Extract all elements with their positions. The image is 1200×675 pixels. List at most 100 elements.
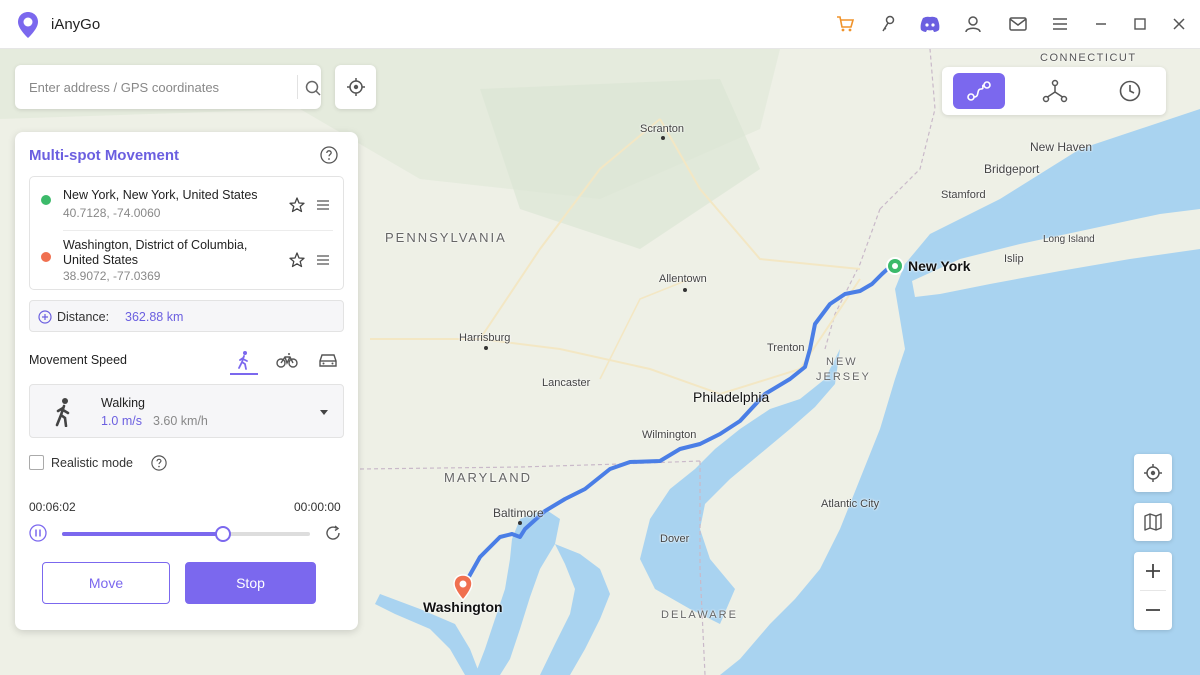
jump-teleport-mode-button[interactable] (1029, 73, 1081, 109)
mail-icon[interactable] (1007, 13, 1029, 35)
caret-down-icon (320, 410, 328, 415)
start-dot (41, 195, 51, 205)
favorite-star-icon[interactable] (288, 251, 306, 269)
driving-tab[interactable] (314, 346, 342, 374)
user-icon[interactable] (962, 13, 984, 35)
search-divider (297, 75, 298, 99)
destination-dot (41, 252, 51, 262)
map-type-button[interactable] (1134, 503, 1172, 541)
multi-spot-mode-button[interactable] (953, 73, 1005, 109)
favorite-star-icon[interactable] (288, 196, 306, 214)
stop-button[interactable]: Stop (185, 562, 316, 604)
map-label: Lancaster (542, 377, 591, 389)
distance-label: Distance: (57, 310, 110, 324)
zoom-in-button[interactable] (1134, 552, 1172, 590)
progress-thumb[interactable] (215, 526, 232, 542)
cart-icon[interactable] (834, 13, 856, 35)
spot-coords: 40.7128, -74.0060 (63, 206, 161, 220)
spot-name: New York, New York, United States (63, 188, 258, 202)
map-label: PENNSYLVANIA (385, 230, 507, 245)
search-icon[interactable] (303, 78, 323, 98)
city-dot (661, 136, 665, 140)
help-icon[interactable] (151, 455, 167, 471)
cycling-tab[interactable] (273, 346, 301, 374)
map-label: JERSEY (816, 371, 871, 383)
refresh-icon[interactable] (324, 524, 342, 542)
realistic-mode-label: Realistic mode (51, 456, 133, 470)
list-item[interactable]: New York, New York, United States 40.712… (30, 177, 343, 230)
spot-name: Washington, District of Columbia, United… (63, 238, 248, 267)
list-item[interactable]: Washington, District of Columbia, United… (30, 231, 343, 289)
walking-icon (55, 398, 70, 427)
spot-list: New York, New York, United States 40.712… (29, 176, 344, 290)
pause-icon[interactable] (29, 524, 47, 542)
map-label: Long Island (1043, 234, 1095, 245)
discord-icon[interactable] (919, 13, 941, 35)
menu-icon[interactable] (1049, 13, 1071, 35)
map-label: Baltimore (493, 506, 544, 520)
map-label: MARYLAND (444, 470, 533, 485)
progress-slider[interactable] (62, 526, 310, 542)
walking-tab[interactable] (230, 346, 258, 374)
history-icon (1119, 80, 1141, 102)
locate-button[interactable] (335, 65, 376, 109)
map-label: DELAWARE (661, 609, 738, 621)
minus-icon (1146, 609, 1160, 611)
map-label: Bridgeport (984, 162, 1040, 176)
start-marker[interactable] (884, 255, 906, 277)
zoom-control (1134, 552, 1172, 630)
movement-speed-label: Movement Speed (29, 353, 127, 367)
drag-handle-icon[interactable] (315, 252, 331, 268)
jump-teleport-mode-icon (1042, 79, 1068, 103)
mode-switcher (942, 67, 1166, 115)
help-icon[interactable] (320, 146, 338, 164)
map-label: Dover (660, 533, 690, 545)
speed-dropdown[interactable]: Walking 1.0 m/s 3.60 km/h (29, 384, 344, 438)
map-icon (1144, 513, 1162, 531)
city-dot (683, 288, 687, 292)
title-bar: iAnyGo (0, 0, 1200, 49)
search-input[interactable] (15, 65, 283, 109)
map-label: New York (908, 258, 971, 274)
panel-title: Multi-spot Movement (29, 147, 179, 164)
my-location-button[interactable] (1134, 454, 1172, 492)
city-dot (484, 346, 488, 350)
active-tab-indicator (230, 373, 258, 375)
multi-spot-mode-icon (967, 81, 991, 101)
history-button[interactable] (1104, 73, 1156, 109)
map-label: Trenton (767, 342, 805, 354)
spot-coords: 38.9072, -77.0369 (63, 269, 161, 283)
maximize-icon[interactable] (1129, 13, 1151, 35)
realistic-mode-checkbox[interactable] (29, 455, 44, 470)
add-circle-icon[interactable] (38, 310, 52, 324)
zoom-out-button[interactable] (1134, 591, 1172, 629)
speed-ms: 1.0 m/s (101, 414, 142, 428)
crosshair-icon (346, 78, 365, 96)
multi-spot-panel: Multi-spot Movement New York, New York, … (15, 132, 358, 630)
map-label: Philadelphia (693, 389, 770, 405)
driving-icon (319, 354, 337, 367)
map-label: Harrisburg (459, 332, 511, 344)
crosshair-icon (1144, 464, 1162, 482)
key-icon[interactable] (877, 13, 899, 35)
move-button[interactable]: Move (42, 562, 170, 604)
walking-icon (238, 351, 248, 370)
speed-mode-name: Walking (101, 396, 145, 410)
distance-value: 362.88 km (125, 310, 184, 324)
distance-display: Distance: 362.88 km (29, 300, 344, 332)
map-label: Scranton (640, 123, 685, 135)
map-label: Islip (1004, 253, 1024, 265)
search-box (15, 65, 321, 109)
plus-icon (1146, 564, 1160, 578)
map-label: NEW (826, 356, 858, 368)
minimize-icon[interactable] (1090, 13, 1112, 35)
city-dot (518, 521, 522, 525)
map-label: Allentown (659, 273, 707, 285)
remaining-time: 00:00:00 (294, 500, 341, 514)
destination-marker[interactable] (452, 574, 474, 602)
drag-handle-icon[interactable] (315, 197, 331, 213)
app-title: iAnyGo (51, 16, 101, 33)
close-icon[interactable] (1168, 13, 1190, 35)
elapsed-time: 00:06:02 (29, 500, 76, 514)
map-label: Stamford (941, 189, 986, 201)
